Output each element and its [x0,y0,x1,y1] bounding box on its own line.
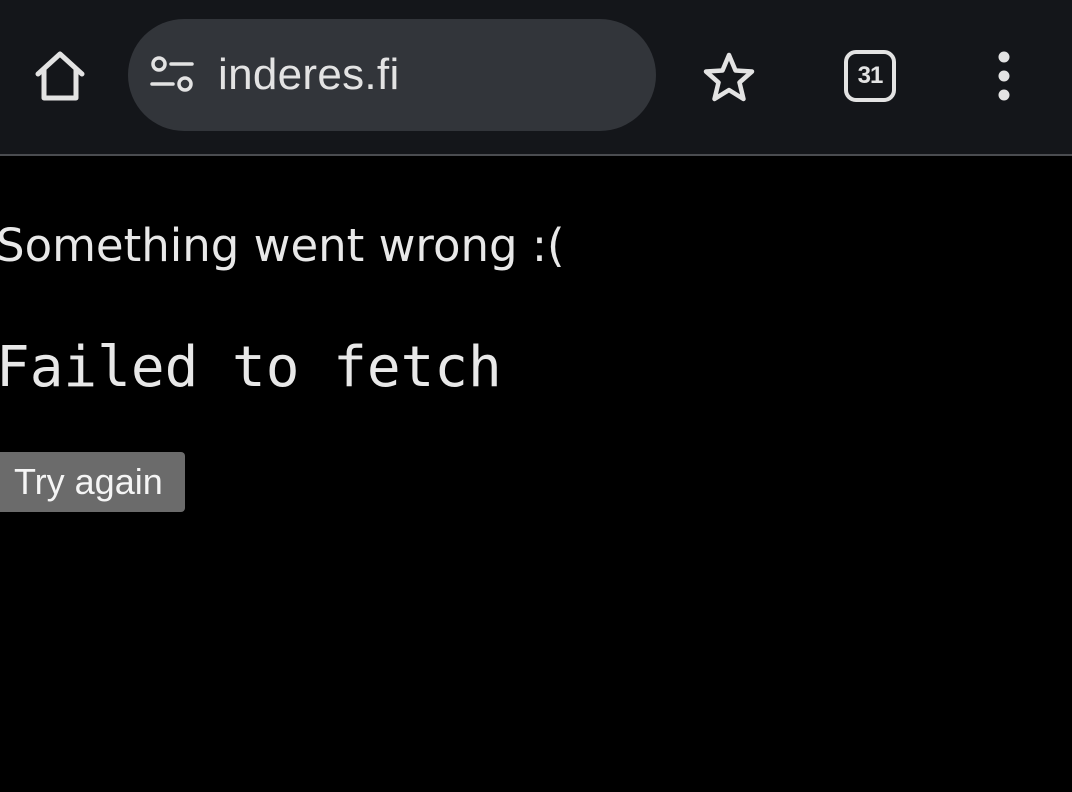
error-message: Failed to fetch [0,335,502,400]
home-button[interactable] [24,40,96,112]
browser-toolbar: inderes.fi 31 [0,0,1072,156]
address-bar[interactable]: inderes.fi [128,19,656,131]
more-menu-button[interactable] [980,46,1028,106]
try-again-button[interactable]: Try again [0,452,185,512]
home-icon [35,51,85,101]
star-icon [703,52,755,102]
site-info-icon[interactable] [150,55,196,95]
tab-switcher-button[interactable]: 31 [844,50,896,102]
tab-count: 31 [857,62,884,89]
url-text[interactable]: inderes.fi [218,19,400,131]
more-vert-icon [998,51,1010,101]
page-content: Something went wrong :( Failed to fetch … [0,156,1072,792]
bookmark-button[interactable] [696,45,762,111]
error-title: Something went wrong :( [0,219,565,272]
